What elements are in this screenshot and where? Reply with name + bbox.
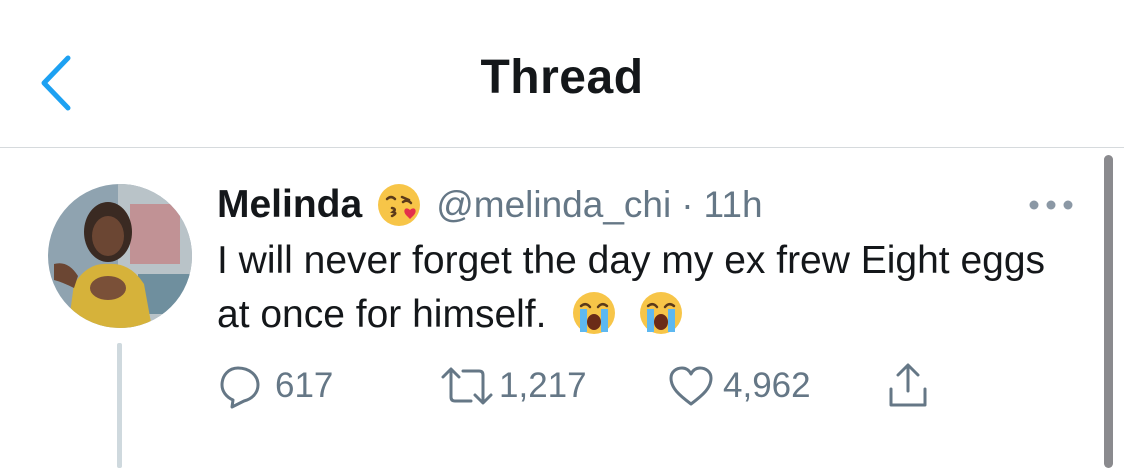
share-icon — [889, 363, 927, 407]
like-button[interactable]: 4,962 — [667, 358, 811, 414]
share-button[interactable] — [885, 358, 931, 414]
display-name[interactable]: Melinda — [217, 183, 362, 227]
more-options-button[interactable] — [1026, 194, 1076, 216]
like-count: 4,962 — [723, 366, 811, 405]
loudly-crying-face-emoji — [573, 291, 616, 334]
retweet-icon — [441, 367, 493, 405]
tweet-text: I will never forget the day my ex frew E… — [217, 239, 1046, 336]
thread-connector-line — [117, 343, 122, 468]
nav-header: Thread — [0, 0, 1124, 148]
face-blowing-a-kiss-emoji — [378, 184, 421, 226]
loudly-crying-face-emoji — [640, 291, 683, 334]
scrollbar[interactable] — [1104, 155, 1113, 468]
tweet-header: Melinda @melinda_chi · 11h — [217, 180, 763, 230]
tweet-body: I will never forget the day my ex frew E… — [217, 234, 1077, 342]
reply-count: 617 — [275, 366, 334, 405]
reply-icon — [220, 366, 260, 409]
heart-icon — [669, 366, 713, 406]
retweet-count: 1,217 — [499, 366, 587, 405]
timestamp[interactable]: 11h — [704, 184, 763, 226]
page-title: Thread — [480, 51, 644, 104]
avatar-image — [48, 184, 192, 328]
reply-button[interactable]: 617 — [217, 358, 333, 414]
retweet-button[interactable]: 1,217 — [437, 358, 587, 414]
more-horizontal-icon — [1029, 200, 1073, 210]
user-handle[interactable]: @melinda_chi — [436, 184, 671, 226]
tweet-actions: 617 1,217 4,962 — [217, 358, 977, 414]
meta-separator: · — [681, 184, 694, 225]
avatar[interactable] — [48, 184, 192, 328]
